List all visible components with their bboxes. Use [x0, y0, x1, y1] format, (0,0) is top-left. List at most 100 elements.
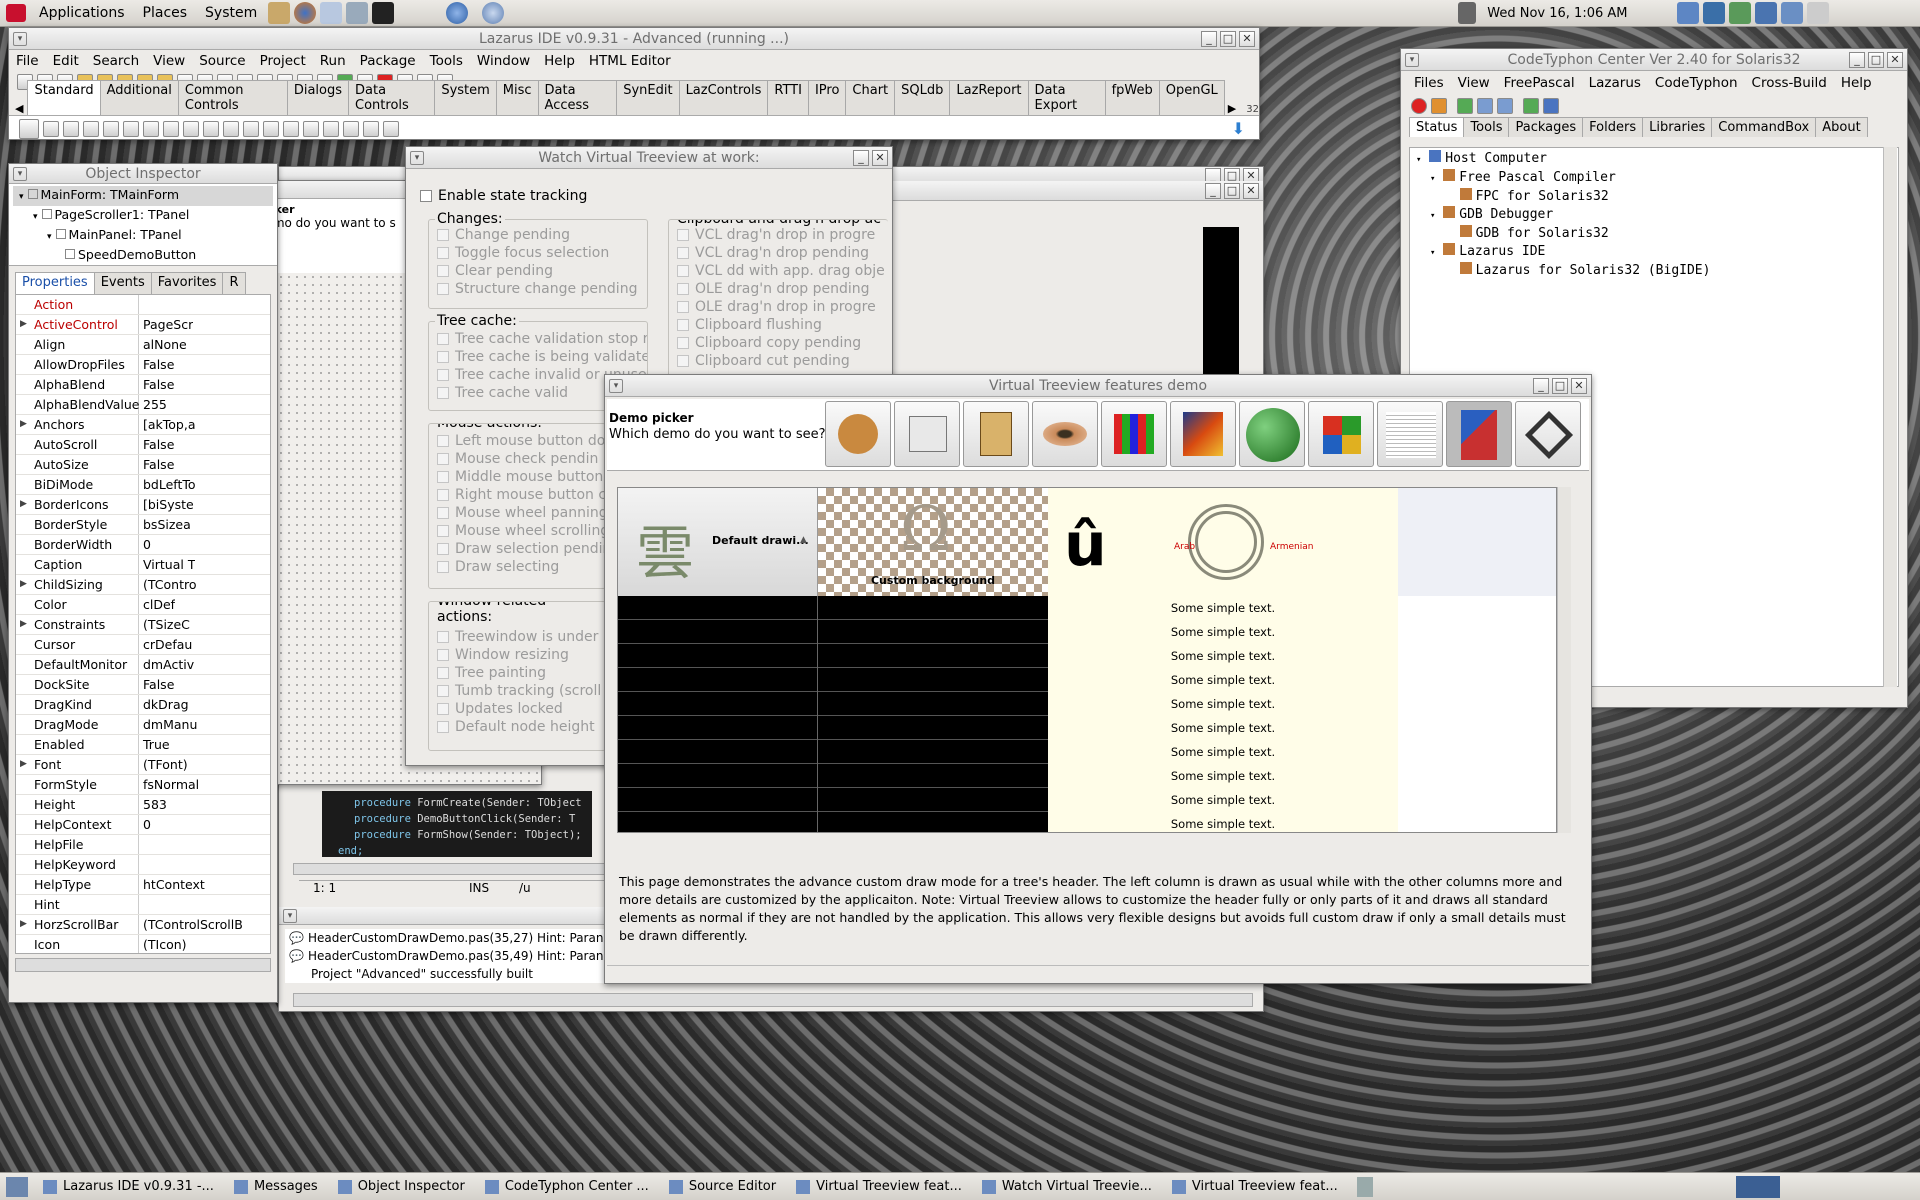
property-row[interactable]: ▶ Constraints (TSizeC	[16, 615, 270, 635]
download-icon[interactable]	[1431, 98, 1447, 114]
property-row[interactable]: HelpType htContext	[16, 875, 270, 895]
clock[interactable]: Wed Nov 16, 1:06 AM	[1478, 6, 1636, 21]
inspector-tab-r[interactable]: R	[222, 272, 246, 294]
expand-icon[interactable]: ▾	[1430, 174, 1435, 184]
places-menu[interactable]: Places	[134, 5, 197, 21]
maximize-button[interactable]: □	[1868, 52, 1884, 68]
property-row[interactable]: Color clDef	[16, 595, 270, 615]
tab-data-controls[interactable]: Data Controls	[348, 80, 436, 115]
messages-title-bar[interactable]: ▾	[279, 907, 609, 925]
vt-tree[interactable]: 雲 Default drawi... ▲ Ω Custom background…	[617, 487, 1557, 833]
expand-icon[interactable]: ▾	[1416, 155, 1421, 165]
inspector-tab-favorites[interactable]: Favorites	[150, 272, 224, 294]
tab-common-controls[interactable]: Common Controls	[177, 80, 288, 115]
clip-checkbox[interactable]: Clipboard copy pending	[677, 334, 888, 352]
designer-back-titlebar[interactable]: _ □ ✕	[891, 181, 1263, 201]
expand-icon[interactable]: ▾	[33, 212, 38, 222]
ct-menu-lazarus[interactable]: Lazarus	[1582, 75, 1648, 91]
expand-icon[interactable]: ▶	[20, 415, 27, 434]
tree-row[interactable]: Some simple text.	[1048, 812, 1398, 832]
tcombobox-icon[interactable]	[243, 120, 259, 137]
typhon-icon[interactable]	[446, 2, 469, 24]
enable-state-tracking-checkbox[interactable]: Enable state tracking	[420, 187, 587, 205]
inspector-tab-events[interactable]: Events	[93, 272, 152, 294]
tab-sqldb[interactable]: SQLdb	[894, 80, 951, 115]
menu-source[interactable]: Source	[192, 53, 252, 69]
tcheckbox-icon[interactable]	[183, 120, 199, 137]
property-row[interactable]: Enabled True	[16, 735, 270, 755]
watch-title-bar[interactable]: ▾ Watch Virtual Treeview at work: _ ✕	[406, 147, 892, 169]
tray-icon-lock[interactable]	[1806, 2, 1829, 24]
menu-project[interactable]: Project	[253, 53, 313, 69]
property-row[interactable]: DragKind dkDrag	[16, 695, 270, 715]
tab-lazcontrols[interactable]: LazControls	[678, 80, 769, 115]
tframe-icon[interactable]	[363, 120, 379, 137]
demo-speed-button[interactable]	[825, 401, 891, 467]
palette-scroll-right-icon[interactable]: ▶	[1228, 102, 1236, 115]
expand-icon[interactable]: ▶	[20, 495, 27, 514]
cache-checkbox[interactable]: Tree cache is being validate	[437, 348, 647, 366]
property-row[interactable]: Align alNone	[16, 335, 270, 355]
minimize-button[interactable]: _	[853, 150, 869, 166]
firefox-icon[interactable]	[294, 2, 317, 24]
tree-row[interactable]: Some simple text.	[1048, 788, 1398, 812]
taskbar-item[interactable]: CodeTyphon Center ...	[476, 1175, 658, 1199]
tray-icon-typhon[interactable]	[1676, 2, 1699, 24]
applications-menu[interactable]: Applications	[30, 5, 134, 21]
mouse-checkbox[interactable]: Draw selecting	[437, 558, 605, 576]
ct-tab-tools[interactable]: Tools	[1463, 117, 1510, 137]
trash-icon[interactable]	[1356, 1176, 1373, 1197]
volume-icon[interactable]	[1458, 2, 1477, 24]
demo-paint-button[interactable]	[1170, 401, 1236, 467]
tab-opengl[interactable]: OpenGL	[1158, 80, 1225, 115]
tactionlist-icon[interactable]	[383, 120, 399, 137]
taskbar-item[interactable]: Watch Virtual Treevie...	[973, 1175, 1161, 1199]
mouse-checkbox[interactable]: Middle mouse button	[437, 468, 605, 486]
window-checkbox[interactable]: Tree painting	[437, 664, 605, 682]
demo-windows-button[interactable]	[1308, 401, 1374, 467]
component-tree-item[interactable]: SpeedDemoButton	[13, 246, 273, 266]
window-menu-icon[interactable]: ▾	[609, 379, 623, 393]
menu-help[interactable]: Help	[537, 53, 582, 69]
header-multilang-column[interactable]: û Arab Armenian	[1048, 488, 1398, 596]
tmemo-icon[interactable]	[143, 120, 159, 137]
close-button[interactable]: ✕	[872, 150, 888, 166]
palette-down-icon[interactable]: ⬇	[1232, 119, 1245, 138]
inspector-hscrollbar[interactable]	[15, 958, 271, 972]
clip-checkbox[interactable]: OLE drag'n drop pending	[677, 280, 888, 298]
mouse-checkbox[interactable]: Mouse wheel panning	[437, 504, 605, 522]
clip-checkbox[interactable]: VCL drag'n drop in progre	[677, 226, 888, 244]
tree-row[interactable]: Some simple text.	[1048, 620, 1398, 644]
property-row[interactable]: BorderWidth 0	[16, 535, 270, 555]
property-row[interactable]: Height 583	[16, 795, 270, 815]
property-row[interactable]: Hint	[16, 895, 270, 915]
property-row[interactable]: BiDiMode bdLeftTo	[16, 475, 270, 495]
component-tree-item[interactable]: ▾ MainForm: TMainForm	[13, 186, 273, 206]
tscrollbar-icon[interactable]	[263, 120, 279, 137]
tab-system[interactable]: System	[434, 80, 497, 115]
export-icon[interactable]	[1523, 98, 1539, 114]
menu-package[interactable]: Package	[353, 53, 423, 69]
property-row[interactable]: ▶ Font (TFont)	[16, 755, 270, 775]
expand-icon[interactable]: ▶	[20, 315, 27, 334]
pointer-icon[interactable]	[19, 118, 39, 139]
tray-icon-network[interactable]	[1728, 2, 1751, 24]
window-menu-icon[interactable]: ▾	[1405, 53, 1419, 67]
message-item[interactable]: 💬 HeaderCustomDrawDemo.pas(35,49) Hint: P…	[289, 947, 605, 965]
tpanel-icon[interactable]	[343, 120, 359, 137]
mouse-checkbox[interactable]: Right mouse button c	[437, 486, 605, 504]
taskbar-item[interactable]: Messages	[225, 1175, 327, 1199]
menu-view[interactable]: View	[146, 53, 192, 69]
mail-icon[interactable]	[320, 2, 343, 24]
property-row[interactable]: AlphaBlend False	[16, 375, 270, 395]
menu-run[interactable]: Run	[313, 53, 353, 69]
ct-menu-help[interactable]: Help	[1834, 75, 1879, 91]
vt-tree-vscrollbar[interactable]	[1557, 487, 1571, 833]
component-tree[interactable]: ▾ MainForm: TMainForm ▾ PageScroller1: TPan…	[9, 184, 277, 266]
vt-demo-title-bar[interactable]: ▾ Virtual Treeview features demo _ □ ✕	[605, 375, 1591, 397]
header-default-column[interactable]: 雲 Default drawi... ▲	[618, 488, 818, 596]
codetyphon-title-bar[interactable]: ▾ CodeTyphon Center Ver 2.40 for Solaris…	[1401, 49, 1907, 71]
window-menu-icon[interactable]: ▾	[13, 32, 27, 46]
close-button[interactable]: ✕	[1243, 183, 1259, 199]
ct-menu-codetyphon[interactable]: CodeTyphon	[1648, 75, 1745, 91]
